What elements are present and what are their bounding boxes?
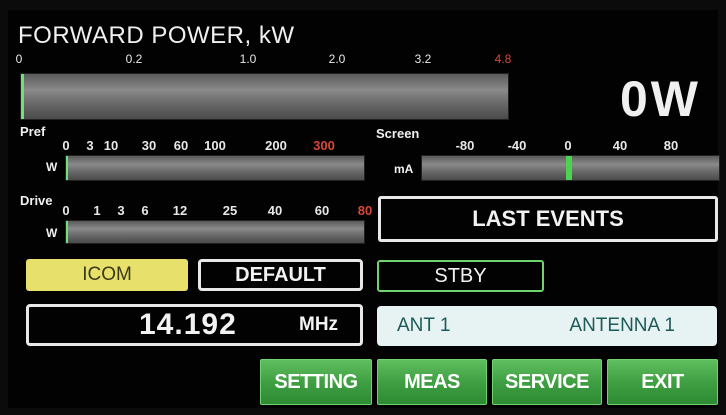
pref-bar (65, 155, 365, 181)
meas-button[interactable]: MEAS (377, 359, 487, 405)
drive-tick: 0 (62, 203, 70, 218)
last-events-button[interactable]: LAST EVENTS (378, 196, 718, 242)
setting-button[interactable]: SETTING (260, 359, 372, 405)
frequency-value: 14.192 (139, 308, 237, 341)
exit-button[interactable]: EXIT (607, 359, 718, 405)
pref-tick: 60 (173, 138, 189, 153)
stby-button[interactable]: STBY (377, 260, 544, 292)
pref-tick: 3 (86, 138, 94, 153)
drive-tick: 6 (141, 203, 149, 218)
default-label: DEFAULT (235, 263, 326, 286)
drive-tick: 3 (117, 203, 125, 218)
service-button[interactable]: SERVICE (492, 359, 602, 405)
screen-tick: 0 (564, 138, 572, 153)
forward-power-tick-max: 4.8 (494, 52, 512, 66)
pref-tick: 100 (204, 138, 226, 153)
frequency-display: 14.192 MHz (26, 304, 363, 346)
stby-label: STBY (434, 264, 487, 287)
forward-power-readout: 0W (620, 71, 701, 127)
drive-tick: 12 (172, 203, 188, 218)
antenna-selector[interactable]: ANT 1 ANTENNA 1 (377, 306, 717, 346)
drive-tick-max: 80 (357, 203, 373, 218)
antenna-name: ANTENNA 1 (569, 315, 675, 336)
pref-tick: 10 (103, 138, 119, 153)
pref-tick: 30 (141, 138, 157, 153)
drive-tick: 25 (222, 203, 238, 218)
drive-bar-fill (66, 221, 68, 243)
forward-power-tick: 1.0 (239, 52, 257, 66)
forward-power-tick: 0 (15, 52, 23, 66)
drive-label: Drive (20, 193, 53, 208)
icom-label: ICOM (82, 264, 132, 285)
amplifier-screen: FORWARD POWER, kW 0 0.2 1.0 2.0 3.2 4.8 … (8, 10, 720, 408)
screen-label: Screen (376, 126, 420, 141)
pref-tick: 200 (265, 138, 287, 153)
drive-unit: W (46, 226, 58, 240)
default-button[interactable]: DEFAULT (198, 259, 363, 291)
screen-unit: mA (394, 162, 414, 176)
last-events-label: LAST EVENTS (472, 206, 624, 231)
pref-tick: 0 (62, 138, 70, 153)
drive-tick: 40 (267, 203, 283, 218)
screen-tick: -40 (507, 138, 527, 153)
screen-tick: 80 (663, 138, 679, 153)
drive-tick: 1 (93, 203, 101, 218)
screen-bar (421, 155, 720, 181)
forward-power-title: FORWARD POWER, kW (18, 22, 295, 49)
forward-power-tick: 3.2 (414, 52, 432, 66)
pref-bar-fill (66, 156, 68, 180)
frequency-unit: MHz (299, 314, 339, 335)
forward-power-tick: 2.0 (328, 52, 346, 66)
forward-power-bar (20, 73, 509, 120)
service-label: SERVICE (505, 370, 589, 393)
forward-power-bar-fill (21, 74, 24, 119)
drive-tick: 60 (314, 203, 330, 218)
meas-label: MEAS (404, 370, 460, 393)
forward-power-tick: 0.2 (125, 52, 143, 66)
setting-label: SETTING (274, 370, 358, 393)
pref-tick-max: 300 (313, 138, 335, 153)
screen-zero-marker (566, 156, 572, 180)
exit-label: EXIT (641, 370, 684, 393)
screen-tick: 40 (612, 138, 628, 153)
antenna-port: ANT 1 (397, 315, 451, 336)
drive-bar (65, 220, 365, 244)
icom-button[interactable]: ICOM (26, 259, 188, 291)
screen-tick: -80 (455, 138, 475, 153)
pref-unit: W (46, 160, 58, 174)
pref-label: Pref (20, 124, 46, 139)
